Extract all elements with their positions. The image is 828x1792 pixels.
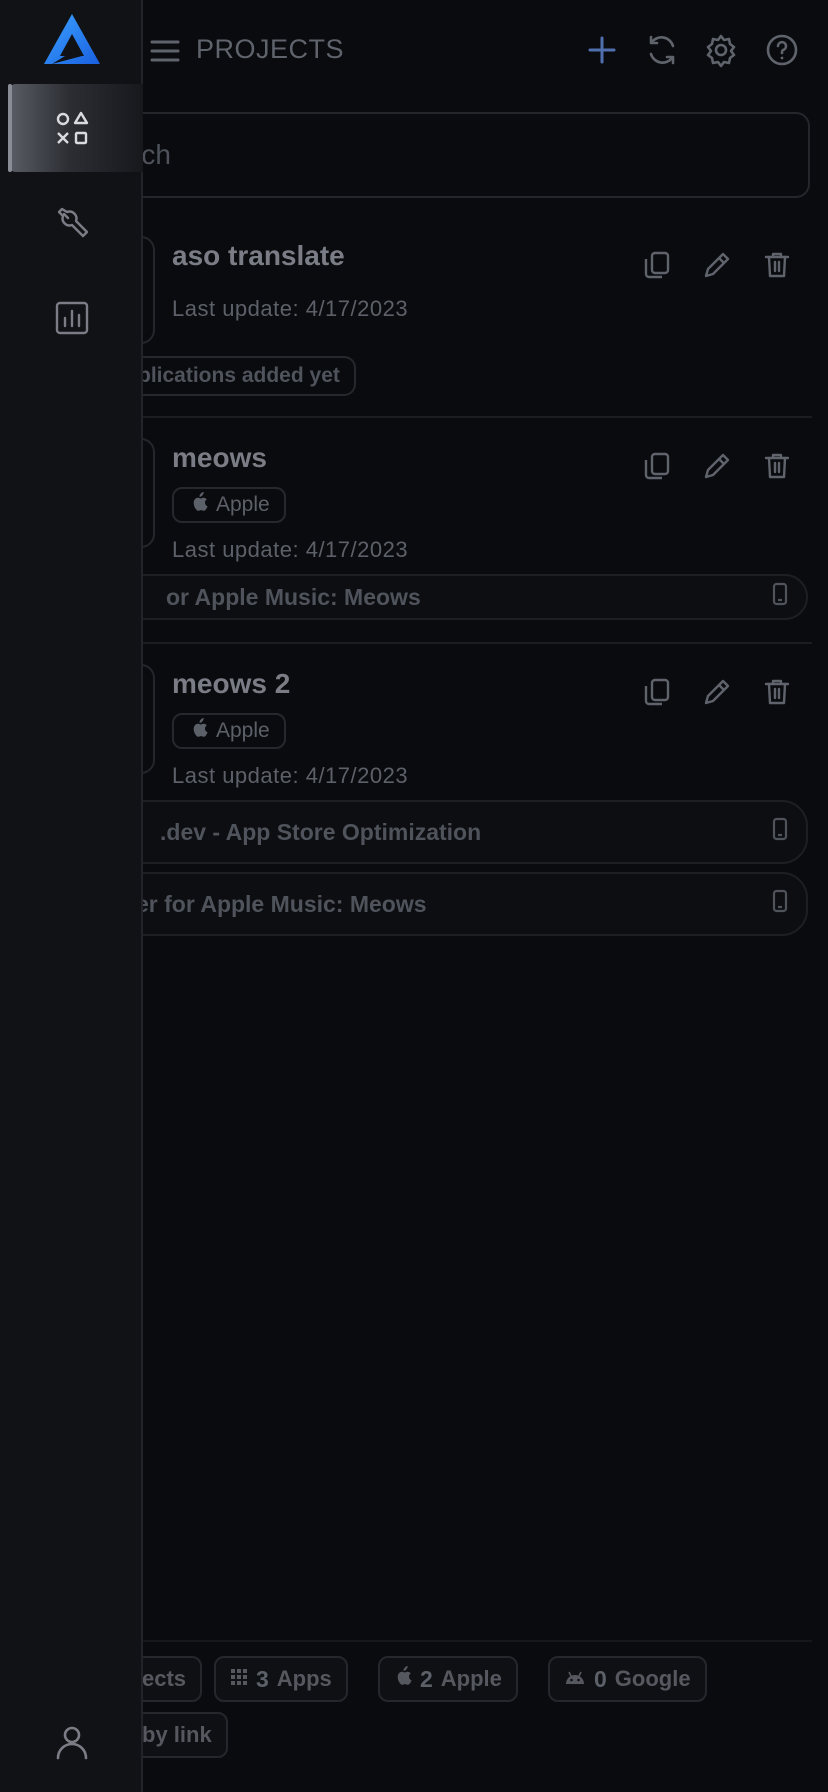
active-indicator [8, 84, 12, 172]
project-name[interactable]: meows [172, 442, 267, 474]
filter-chip-apps[interactable]: 3 Apps [214, 1656, 348, 1702]
divider [80, 416, 812, 418]
phone-icon [772, 582, 788, 612]
add-icon[interactable] [584, 32, 620, 68]
chart-icon[interactable] [54, 300, 90, 336]
platform-badge: Apple [172, 713, 286, 749]
delete-icon[interactable] [761, 676, 793, 708]
filter-chip-apple[interactable]: 2 Apple [378, 1656, 518, 1702]
app-name: er for Apple Music: Meows [136, 890, 427, 917]
gear-icon[interactable] [703, 32, 739, 68]
search-input[interactable] [80, 112, 810, 198]
platform-badge: Apple [172, 487, 286, 523]
last-update: Last update: 4/17/2023 [172, 763, 409, 788]
project-name[interactable]: meows 2 [172, 668, 290, 700]
app-row[interactable]: .dev - App Store Optimization [90, 800, 808, 864]
copy-icon[interactable] [641, 249, 673, 281]
apple-icon [190, 492, 208, 518]
user-icon[interactable] [54, 1724, 90, 1760]
chip-count: 3 [256, 1665, 269, 1692]
edit-icon[interactable] [701, 450, 733, 482]
app-row[interactable]: or Apple Music: Meows [110, 574, 808, 620]
chip-label: Google [614, 1666, 691, 1691]
chip-label: ects [142, 1666, 187, 1691]
android-icon [564, 1666, 586, 1692]
grid-icon [230, 1666, 248, 1692]
help-icon[interactable] [764, 32, 800, 68]
filter-chip-google[interactable]: 0 Google [548, 1656, 707, 1702]
project-name[interactable]: aso translate [172, 240, 345, 272]
delete-icon[interactable] [761, 450, 793, 482]
apple-icon [190, 718, 208, 744]
edit-icon[interactable] [701, 249, 733, 281]
divider [80, 642, 812, 644]
empty-apps-text: plications added yet [138, 364, 340, 387]
chip-count: 0 [594, 1665, 607, 1692]
edit-icon[interactable] [701, 676, 733, 708]
empty-apps-note: plications added yet [110, 356, 356, 396]
last-update: Last update: 4/17/2023 [172, 296, 409, 321]
footer-divider [80, 1640, 812, 1642]
app-row[interactable]: er for Apple Music: Meows [90, 872, 808, 936]
copy-icon[interactable] [641, 450, 673, 482]
platform-label: Apple [216, 493, 270, 516]
app-name: .dev - App Store Optimization [160, 818, 482, 845]
menu-icon[interactable] [150, 40, 180, 62]
refresh-icon[interactable] [644, 32, 680, 68]
apple-icon [394, 1666, 412, 1692]
chip-label: Apple [440, 1666, 502, 1691]
phone-icon [772, 889, 788, 919]
sidebar [0, 0, 143, 1792]
chip-label: by link [142, 1722, 212, 1747]
delete-icon[interactable] [761, 249, 793, 281]
shapes-icon [54, 110, 90, 146]
app-name: or Apple Music: Meows [166, 583, 421, 610]
phone-icon [772, 817, 788, 847]
last-update: Last update: 4/17/2023 [172, 537, 409, 562]
page-title: PROJECTS [196, 34, 345, 64]
chip-label: Apps [276, 1666, 332, 1691]
wrench-icon[interactable] [54, 204, 90, 240]
copy-icon[interactable] [641, 676, 673, 708]
chip-count: 2 [420, 1665, 433, 1692]
app-logo[interactable] [42, 12, 102, 68]
platform-label: Apple [216, 719, 270, 742]
